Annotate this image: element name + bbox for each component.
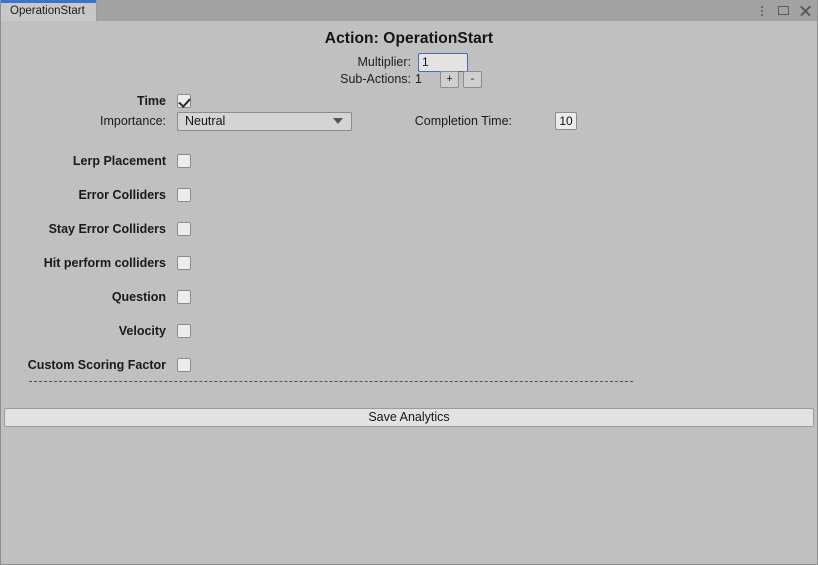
tab-bar-spacer — [97, 0, 755, 21]
tab-bar: OperationStart — [1, 0, 817, 21]
action-editor-window: OperationStart Action: OperationStart Mu… — [0, 0, 818, 565]
velocity-checkbox[interactable] — [177, 324, 191, 338]
save-analytics-button[interactable]: Save Analytics — [4, 408, 814, 427]
importance-dropdown[interactable]: Neutral — [177, 111, 352, 131]
dashed-divider — [29, 381, 633, 382]
importance-value: Neutral — [185, 114, 226, 128]
lerp-placement-checkbox[interactable] — [177, 154, 191, 168]
custom-scoring-factor-checkbox[interactable] — [177, 358, 191, 372]
close-icon[interactable] — [799, 4, 812, 17]
add-subaction-button[interactable]: + — [439, 70, 459, 88]
time-checkbox[interactable] — [177, 94, 191, 108]
importance-label: Importance: — [99, 114, 166, 128]
tab-label: OperationStart — [10, 4, 85, 17]
kebab-menu-icon[interactable] — [755, 4, 768, 17]
page-title: Action: OperationStart — [324, 30, 494, 47]
toggle-row-error-colliders: Error Colliders — [1, 185, 817, 205]
time-label: Time — [137, 94, 166, 108]
toggle-label: Error Colliders — [78, 188, 166, 202]
toggle-row-stay-error-colliders: Stay Error Colliders — [1, 219, 817, 239]
toggle-label: Lerp Placement — [72, 154, 166, 168]
completion-time-label: Completion Time: — [414, 114, 512, 128]
toggle-label: Velocity — [118, 324, 166, 338]
toggle-row-custom-scoring-factor: Custom Scoring Factor — [1, 355, 817, 375]
toggle-label: Hit perform colliders — [43, 256, 166, 270]
subactions-row: Sub-Actions: 1 + - — [331, 69, 482, 89]
editor-content: Action: OperationStart Multiplier: Sub-A… — [1, 21, 817, 564]
subactions-count: 1 — [415, 72, 422, 86]
toggle-row-velocity: Velocity — [1, 321, 817, 341]
question-checkbox[interactable] — [177, 290, 191, 304]
stay-error-colliders-checkbox[interactable] — [177, 222, 191, 236]
toggle-row-lerp-placement: Lerp Placement — [1, 151, 817, 171]
maximize-icon[interactable] — [777, 4, 790, 17]
time-row: Time — [1, 91, 817, 111]
toggle-label: Question — [111, 290, 166, 304]
multiplier-label: Multiplier: — [357, 55, 412, 69]
toggle-label: Stay Error Colliders — [48, 222, 166, 236]
window-controls — [755, 0, 817, 21]
completion-time-input[interactable] — [555, 112, 577, 130]
toggle-label: Custom Scoring Factor — [27, 358, 166, 372]
chevron-down-icon — [333, 118, 343, 124]
toggle-row-question: Question — [1, 287, 817, 307]
subactions-label: Sub-Actions: — [340, 72, 411, 86]
importance-row: Importance: Neutral Completion Time: — [1, 111, 817, 131]
remove-subaction-button[interactable]: - — [462, 70, 482, 88]
toggle-row-hit-perform-colliders: Hit perform colliders — [1, 253, 817, 273]
tab-operationstart[interactable]: OperationStart — [1, 0, 97, 21]
error-colliders-checkbox[interactable] — [177, 188, 191, 202]
hit-perform-colliders-checkbox[interactable] — [177, 256, 191, 270]
